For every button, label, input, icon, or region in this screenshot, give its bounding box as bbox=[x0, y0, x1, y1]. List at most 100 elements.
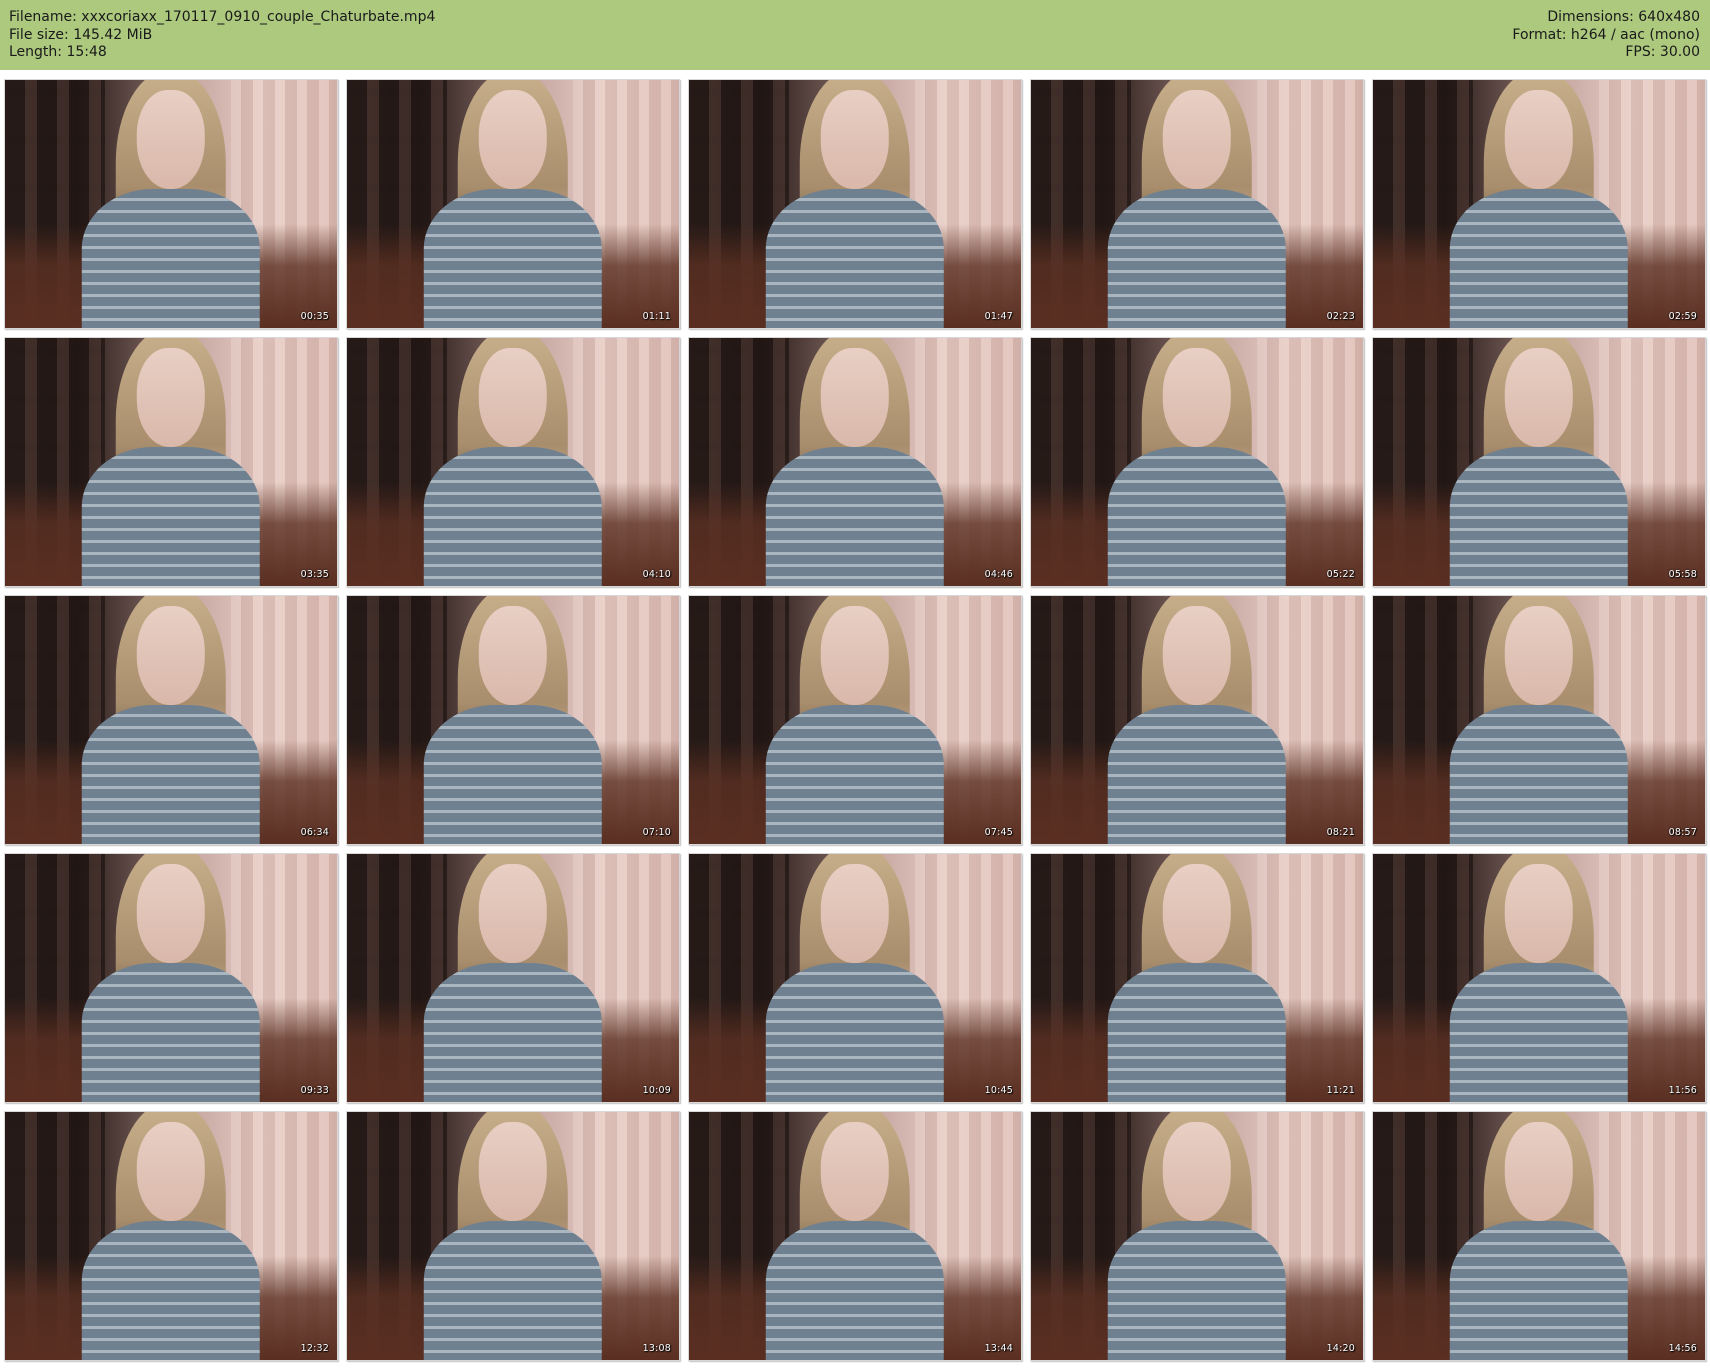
person-striped-shirt bbox=[1449, 447, 1629, 586]
frame-person bbox=[1433, 80, 1645, 328]
metadata-right: Dimensions: 640x480 Format: h264 / aac (… bbox=[1512, 9, 1700, 62]
person-face bbox=[1163, 1121, 1231, 1222]
filename-label: Filename: xxxcoriaxx_170117_0910_couple_… bbox=[9, 9, 436, 25]
person-striped-shirt bbox=[81, 189, 261, 328]
person-face bbox=[479, 863, 547, 964]
frame-person bbox=[407, 854, 619, 1102]
frame-person bbox=[407, 338, 619, 586]
frame-timestamp: 02:59 bbox=[1668, 311, 1697, 322]
fps-label: FPS: 30.00 bbox=[1625, 44, 1700, 60]
dimensions-label: Dimensions: 640x480 bbox=[1547, 9, 1700, 25]
person-face bbox=[1505, 863, 1573, 964]
person-face bbox=[821, 347, 889, 448]
frame-timestamp: 08:57 bbox=[1668, 827, 1697, 838]
format-label: Format: h264 / aac (mono) bbox=[1512, 26, 1700, 43]
frame-person bbox=[1091, 596, 1303, 844]
person-face bbox=[821, 89, 889, 190]
video-frame-thumbnail: 01:47 bbox=[688, 79, 1022, 329]
video-frame-thumbnail: 08:21 bbox=[1030, 595, 1364, 845]
person-striped-shirt bbox=[423, 705, 603, 844]
frame-timestamp: 07:45 bbox=[984, 827, 1013, 838]
frame-timestamp: 04:10 bbox=[642, 569, 671, 580]
person-face bbox=[1505, 347, 1573, 448]
frame-timestamp: 02:23 bbox=[1326, 311, 1355, 322]
frame-person bbox=[407, 1112, 619, 1360]
person-face bbox=[1505, 89, 1573, 190]
person-striped-shirt bbox=[1449, 189, 1629, 328]
person-striped-shirt bbox=[765, 447, 945, 586]
frame-timestamp: 14:56 bbox=[1668, 1343, 1697, 1354]
frame-person bbox=[749, 80, 961, 328]
file-size-label: File size: 145.42 MiB bbox=[9, 26, 153, 43]
person-striped-shirt bbox=[81, 1221, 261, 1360]
person-face bbox=[137, 89, 205, 190]
video-frame-thumbnail: 07:45 bbox=[688, 595, 1022, 845]
video-frame-thumbnail: 11:56 bbox=[1372, 853, 1706, 1103]
length-label: Length: 15:48 bbox=[9, 44, 107, 60]
person-striped-shirt bbox=[1449, 705, 1629, 844]
frame-timestamp: 13:08 bbox=[642, 1343, 671, 1354]
frame-timestamp: 11:21 bbox=[1326, 1085, 1355, 1096]
frame-person bbox=[1091, 338, 1303, 586]
metadata-left: Filename: xxxcoriaxx_170117_0910_couple_… bbox=[9, 9, 435, 62]
person-face bbox=[1163, 863, 1231, 964]
person-striped-shirt bbox=[1107, 1221, 1287, 1360]
video-frame-thumbnail: 07:10 bbox=[346, 595, 680, 845]
video-frame-thumbnail: 12:32 bbox=[4, 1111, 338, 1361]
frame-timestamp: 00:35 bbox=[300, 311, 329, 322]
person-face bbox=[479, 1121, 547, 1222]
person-face bbox=[137, 605, 205, 706]
frame-person bbox=[1433, 338, 1645, 586]
frame-person bbox=[65, 854, 277, 1102]
frame-timestamp: 11:56 bbox=[1668, 1085, 1697, 1096]
frame-timestamp: 03:35 bbox=[300, 569, 329, 580]
person-striped-shirt bbox=[1107, 447, 1287, 586]
metadata-header: Filename: xxxcoriaxx_170117_0910_couple_… bbox=[0, 0, 1710, 70]
frame-person bbox=[65, 80, 277, 328]
person-face bbox=[137, 1121, 205, 1222]
person-striped-shirt bbox=[423, 963, 603, 1102]
frame-person bbox=[749, 338, 961, 586]
video-frame-thumbnail: 04:46 bbox=[688, 337, 1022, 587]
frame-timestamp: 06:34 bbox=[300, 827, 329, 838]
video-frame-thumbnail: 11:21 bbox=[1030, 853, 1364, 1103]
person-striped-shirt bbox=[765, 705, 945, 844]
frame-person bbox=[407, 596, 619, 844]
person-face bbox=[137, 347, 205, 448]
frame-timestamp: 01:47 bbox=[984, 311, 1013, 322]
person-face bbox=[479, 347, 547, 448]
video-frame-thumbnail: 10:45 bbox=[688, 853, 1022, 1103]
video-frame-thumbnail: 10:09 bbox=[346, 853, 680, 1103]
frame-person bbox=[407, 80, 619, 328]
video-frame-thumbnail: 04:10 bbox=[346, 337, 680, 587]
frame-person bbox=[65, 338, 277, 586]
video-frame-thumbnail: 02:59 bbox=[1372, 79, 1706, 329]
video-frame-thumbnail: 03:35 bbox=[4, 337, 338, 587]
frame-timestamp: 01:11 bbox=[642, 311, 671, 322]
video-frame-thumbnail: 13:44 bbox=[688, 1111, 1022, 1361]
video-frame-thumbnail: 05:58 bbox=[1372, 337, 1706, 587]
person-striped-shirt bbox=[423, 1221, 603, 1360]
frame-person bbox=[1433, 1112, 1645, 1360]
person-striped-shirt bbox=[765, 189, 945, 328]
frame-person bbox=[65, 1112, 277, 1360]
frame-person bbox=[749, 854, 961, 1102]
frame-timestamp: 09:33 bbox=[300, 1085, 329, 1096]
person-face bbox=[1505, 1121, 1573, 1222]
frame-person bbox=[1091, 1112, 1303, 1360]
person-striped-shirt bbox=[1449, 1221, 1629, 1360]
video-frame-thumbnail: 14:20 bbox=[1030, 1111, 1364, 1361]
frame-person bbox=[749, 596, 961, 844]
person-face bbox=[821, 1121, 889, 1222]
frame-timestamp: 07:10 bbox=[642, 827, 671, 838]
video-frame-thumbnail: 14:56 bbox=[1372, 1111, 1706, 1361]
person-face bbox=[1505, 605, 1573, 706]
frame-person bbox=[1433, 854, 1645, 1102]
person-face bbox=[137, 863, 205, 964]
person-striped-shirt bbox=[1107, 963, 1287, 1102]
frame-person bbox=[749, 1112, 961, 1360]
person-striped-shirt bbox=[765, 963, 945, 1102]
person-striped-shirt bbox=[81, 705, 261, 844]
person-face bbox=[1163, 347, 1231, 448]
person-striped-shirt bbox=[765, 1221, 945, 1360]
